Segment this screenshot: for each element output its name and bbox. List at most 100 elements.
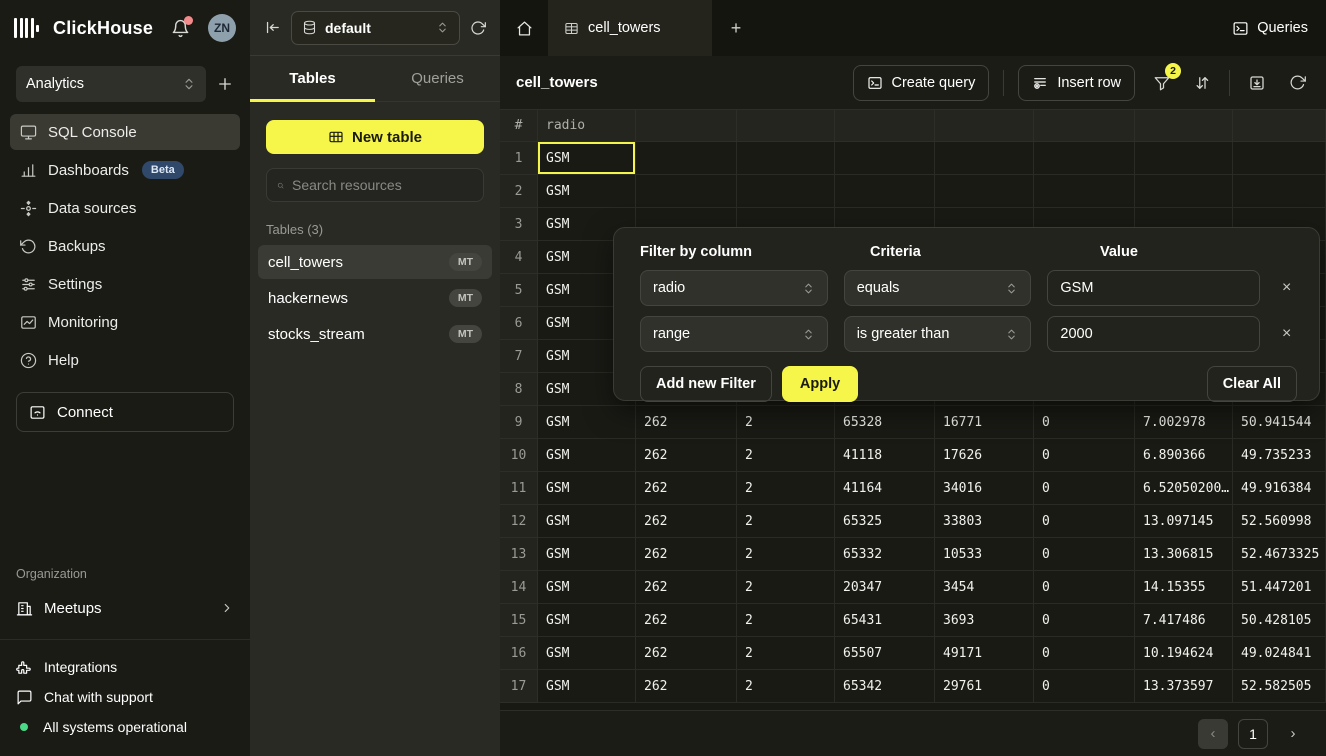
column-header[interactable] (935, 110, 1034, 142)
sidebar-item-dashboards[interactable]: Dashboards Beta (10, 152, 240, 188)
sidebar-item-chat-support[interactable]: Chat with support (0, 682, 250, 712)
cell[interactable]: 2 (737, 604, 835, 637)
cell[interactable] (835, 175, 935, 208)
cell[interactable]: 65431 (835, 604, 935, 637)
cell[interactable]: 2 (737, 571, 835, 604)
tab-queries[interactable]: Queries (375, 56, 500, 101)
cell[interactable]: 33803 (935, 505, 1034, 538)
sidebar-item-settings[interactable]: Settings (10, 266, 240, 302)
workspace-tab-cell-towers[interactable]: cell_towers (548, 0, 712, 56)
cell[interactable]: 262 (636, 670, 737, 703)
cell[interactable]: 3693 (935, 604, 1034, 637)
notifications-bell-icon[interactable] (171, 19, 190, 38)
download-button[interactable] (1244, 70, 1270, 96)
cell[interactable]: 2 (737, 637, 835, 670)
remove-filter-button[interactable]: × (1276, 322, 1297, 346)
cell[interactable]: 0 (1034, 604, 1135, 637)
cell[interactable]: GSM (538, 604, 636, 637)
cell[interactable]: 50.941544 (1233, 406, 1326, 439)
filter-column-select[interactable]: radio (640, 270, 828, 306)
database-select[interactable]: default (291, 11, 460, 45)
cell[interactable]: GSM (538, 505, 636, 538)
column-header[interactable] (737, 110, 835, 142)
cell[interactable]: 0 (1034, 571, 1135, 604)
next-page-button[interactable]: › (1278, 719, 1308, 749)
cell[interactable]: 13.373597 (1135, 670, 1233, 703)
sort-button[interactable] (1189, 70, 1215, 96)
sidebar-item-meetups[interactable]: Meetups (0, 591, 250, 625)
cell[interactable]: 65325 (835, 505, 935, 538)
refresh-tables-button[interactable] (470, 20, 486, 36)
filter-column-select[interactable]: range (640, 316, 828, 352)
cell[interactable] (636, 175, 737, 208)
cell[interactable] (636, 142, 737, 175)
column-header[interactable] (835, 110, 935, 142)
cell[interactable] (737, 142, 835, 175)
workspace-select[interactable]: Analytics (16, 66, 206, 102)
cell[interactable]: 51.447201 (1233, 571, 1326, 604)
cell[interactable]: 65342 (835, 670, 935, 703)
selected-cell[interactable]: GSM (538, 142, 636, 175)
cell[interactable]: 49171 (935, 637, 1034, 670)
cell[interactable]: 34016 (935, 472, 1034, 505)
cell[interactable]: 2 (737, 538, 835, 571)
cell[interactable]: 2 (737, 439, 835, 472)
cell[interactable]: 49.916384 (1233, 472, 1326, 505)
refresh-data-button[interactable] (1284, 70, 1310, 96)
sidebar-item-monitoring[interactable]: Monitoring (10, 304, 240, 340)
cell[interactable]: 14.15355 (1135, 571, 1233, 604)
cell[interactable]: GSM (538, 670, 636, 703)
cell[interactable]: 2 (737, 406, 835, 439)
tab-tables[interactable]: Tables (250, 56, 375, 101)
filter-value-input[interactable] (1047, 316, 1260, 352)
table-list-item-stocks-stream[interactable]: stocks_stream MT (258, 317, 492, 351)
create-query-button[interactable]: Create query (853, 65, 990, 101)
cell[interactable]: 2 (737, 505, 835, 538)
cell[interactable]: GSM (538, 571, 636, 604)
column-header[interactable] (1233, 110, 1326, 142)
cell[interactable]: 262 (636, 637, 737, 670)
cell[interactable]: GSM (538, 637, 636, 670)
queries-button[interactable]: Queries (1232, 20, 1308, 37)
cell[interactable] (1135, 175, 1233, 208)
cell[interactable]: 262 (636, 571, 737, 604)
cell[interactable]: 0 (1034, 406, 1135, 439)
cell[interactable]: 2 (737, 670, 835, 703)
table-list-item-hackernews[interactable]: hackernews MT (258, 281, 492, 315)
cell[interactable] (1233, 175, 1326, 208)
cell[interactable]: 262 (636, 439, 737, 472)
insert-row-button[interactable]: Insert row (1018, 65, 1135, 101)
cell[interactable]: 0 (1034, 670, 1135, 703)
cell[interactable]: 49.024841 (1233, 637, 1326, 670)
collapse-panel-button[interactable] (264, 19, 281, 36)
connect-button[interactable]: Connect (16, 392, 234, 432)
clear-filters-button[interactable]: Clear All (1207, 366, 1297, 402)
column-header[interactable]: # (500, 110, 538, 142)
cell[interactable]: 10.194624 (1135, 637, 1233, 670)
home-button[interactable] (500, 0, 548, 56)
cell[interactable]: 10533 (935, 538, 1034, 571)
apply-filters-button[interactable]: Apply (782, 366, 858, 402)
filter-criteria-select[interactable]: equals (844, 270, 1032, 306)
column-header[interactable] (1135, 110, 1233, 142)
cell[interactable]: 0 (1034, 637, 1135, 670)
cell[interactable]: GSM (538, 439, 636, 472)
new-table-button[interactable]: New table (266, 120, 484, 154)
system-status[interactable]: All systems operational (0, 712, 250, 742)
cell[interactable]: 0 (1034, 505, 1135, 538)
cell[interactable] (1233, 142, 1326, 175)
filter-value-input[interactable] (1047, 270, 1260, 306)
cell[interactable] (935, 175, 1034, 208)
cell[interactable]: 262 (636, 505, 737, 538)
sidebar-item-backups[interactable]: Backups (10, 228, 240, 264)
filter-button[interactable]: 2 (1149, 70, 1175, 96)
user-avatar[interactable]: ZN (208, 14, 236, 42)
cell[interactable]: GSM (538, 406, 636, 439)
cell[interactable]: 2 (737, 472, 835, 505)
cell[interactable]: 16771 (935, 406, 1034, 439)
filter-criteria-select[interactable]: is greater than (844, 316, 1032, 352)
sidebar-item-sql-console[interactable]: SQL Console (10, 114, 240, 150)
cell[interactable]: 20347 (835, 571, 935, 604)
cell[interactable]: 262 (636, 604, 737, 637)
current-page-button[interactable]: 1 (1238, 719, 1268, 749)
